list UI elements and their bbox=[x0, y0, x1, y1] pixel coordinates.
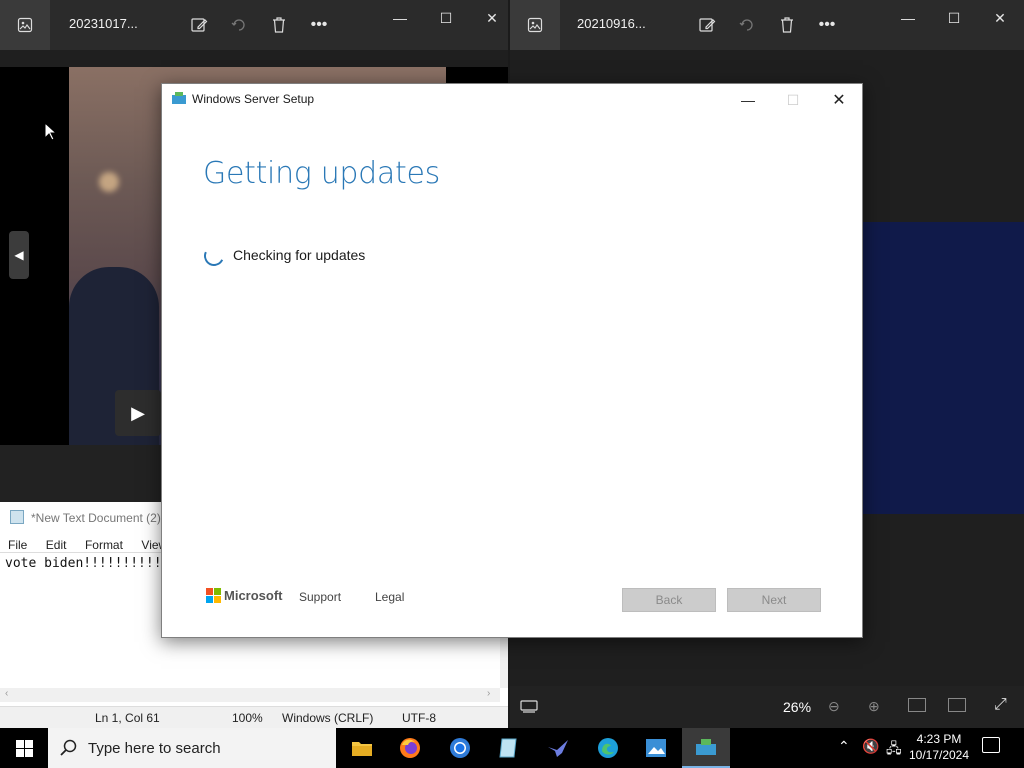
page-title: Getting updates bbox=[203, 156, 440, 191]
legal-link[interactable]: Legal bbox=[375, 590, 404, 604]
more-options-icon[interactable]: ••• bbox=[304, 10, 334, 40]
photo-image bbox=[862, 222, 1024, 514]
microsoft-logo: Microsoft bbox=[206, 588, 283, 603]
volume-muted-icon[interactable]: 🔇 bbox=[862, 738, 879, 755]
delete-icon[interactable] bbox=[772, 10, 802, 40]
photos-app-icon bbox=[510, 0, 560, 50]
zoom-in-icon[interactable]: ⊕ bbox=[868, 698, 880, 715]
search-box[interactable]: Type here to search bbox=[48, 728, 336, 768]
bottom-toolbar: 26% ⊖ ⊕ ⤢ bbox=[510, 686, 1024, 728]
more-options-icon[interactable]: ••• bbox=[812, 10, 842, 40]
setup-titlebar[interactable]: Windows Server Setup — ☐ ✕ bbox=[162, 84, 862, 114]
horizontal-scrollbar[interactable]: ‹ › bbox=[0, 688, 500, 702]
edit-image-icon[interactable] bbox=[692, 10, 722, 40]
back-button[interactable]: Back bbox=[622, 588, 716, 612]
microsoft-logo-icon bbox=[206, 588, 221, 603]
maximize-button[interactable]: ☐ bbox=[423, 4, 469, 32]
minimize-button[interactable]: — bbox=[377, 4, 423, 32]
notepad-statusbar: Ln 1, Col 61 100% Windows (CRLF) UTF-8 bbox=[0, 706, 508, 728]
notifications-icon[interactable] bbox=[982, 737, 1000, 753]
play-video-button[interactable]: ▶ bbox=[115, 390, 161, 436]
menu-edit[interactable]: Edit bbox=[46, 538, 67, 552]
rotate-icon[interactable] bbox=[732, 10, 762, 40]
notepad-icon bbox=[10, 510, 24, 524]
line-ending: Windows (CRLF) bbox=[282, 711, 374, 725]
start-button[interactable] bbox=[0, 728, 48, 768]
chrome-icon[interactable] bbox=[436, 728, 484, 768]
scroll-right-icon[interactable]: › bbox=[487, 688, 490, 699]
taskbar: Type here to search ⌃ 🔇 🖧 4:23 PM 10/17/… bbox=[0, 728, 1024, 768]
close-button[interactable]: ✕ bbox=[816, 86, 862, 114]
maximize-button: ☐ bbox=[786, 91, 800, 108]
maximize-button[interactable]: ☐ bbox=[931, 4, 977, 32]
photos-titlebar-right[interactable]: 20210916... ••• — ☐ ✕ bbox=[510, 0, 1024, 50]
network-icon[interactable]: 🖧 bbox=[886, 738, 902, 762]
close-button[interactable]: ✕ bbox=[469, 4, 515, 32]
firefox-icon[interactable] bbox=[386, 728, 434, 768]
file-explorer-icon[interactable] bbox=[338, 728, 386, 768]
mouse-cursor-icon bbox=[44, 122, 58, 141]
rotate-icon[interactable] bbox=[224, 10, 254, 40]
clock-date: 10/17/2024 bbox=[908, 748, 970, 762]
photos-app-icon bbox=[0, 0, 50, 50]
photo-title: 20231017... bbox=[69, 16, 138, 31]
setup-dialog: Windows Server Setup — ☐ ✕ Getting updat… bbox=[161, 83, 863, 638]
previous-photo-button[interactable]: ◀ bbox=[9, 231, 29, 279]
show-hidden-icons-icon[interactable]: ⌃ bbox=[838, 738, 850, 755]
setup-app-icon bbox=[172, 91, 186, 104]
close-button[interactable]: ✕ bbox=[977, 4, 1023, 32]
encoding: UTF-8 bbox=[402, 711, 436, 725]
minimize-button[interactable]: — bbox=[885, 4, 931, 32]
notepad-taskbar-icon[interactable] bbox=[484, 728, 532, 768]
microsoft-brand: Microsoft bbox=[224, 588, 283, 603]
menu-format[interactable]: Format bbox=[85, 538, 123, 552]
search-icon bbox=[60, 739, 77, 756]
status-text: Checking for updates bbox=[233, 247, 366, 263]
edit-image-icon[interactable] bbox=[184, 10, 214, 40]
menu-file[interactable]: File bbox=[8, 538, 27, 552]
clock-time: 4:23 PM bbox=[916, 732, 962, 746]
edge-icon[interactable] bbox=[584, 728, 632, 768]
zoom-level: 100% bbox=[232, 711, 263, 725]
photos-titlebar-left[interactable]: 20231017... ••• — ☐ ✕ bbox=[0, 0, 508, 50]
scroll-left-icon[interactable]: ‹ bbox=[5, 688, 8, 699]
setup-title: Windows Server Setup bbox=[192, 92, 315, 106]
cursor-position: Ln 1, Col 61 bbox=[95, 711, 160, 725]
fit-to-window-icon[interactable] bbox=[908, 698, 926, 712]
support-link[interactable]: Support bbox=[299, 590, 341, 604]
bird-app-icon[interactable] bbox=[534, 728, 582, 768]
clock[interactable]: 4:23 PM 10/17/2024 bbox=[908, 731, 970, 763]
filmstrip-toggle-icon[interactable] bbox=[520, 698, 540, 716]
progress-spinner-icon bbox=[201, 243, 227, 269]
actual-size-icon[interactable] bbox=[948, 698, 966, 712]
photo-title: 20210916... bbox=[577, 16, 646, 31]
photos-taskbar-icon[interactable] bbox=[632, 728, 680, 768]
notepad-title: *New Text Document (2) bbox=[31, 511, 161, 525]
zoom-level: 26% bbox=[783, 699, 812, 715]
delete-icon[interactable] bbox=[264, 10, 294, 40]
notepad-content: vote biden!!!!!!!!!! bbox=[5, 556, 162, 571]
setup-taskbar-icon[interactable] bbox=[682, 728, 730, 768]
zoom-out-icon[interactable]: ⊖ bbox=[828, 698, 840, 715]
search-placeholder: Type here to search bbox=[88, 739, 221, 757]
fullscreen-icon[interactable]: ⤢ bbox=[994, 696, 1007, 714]
next-button[interactable]: Next bbox=[727, 588, 821, 612]
minimize-button[interactable]: — bbox=[725, 86, 771, 114]
